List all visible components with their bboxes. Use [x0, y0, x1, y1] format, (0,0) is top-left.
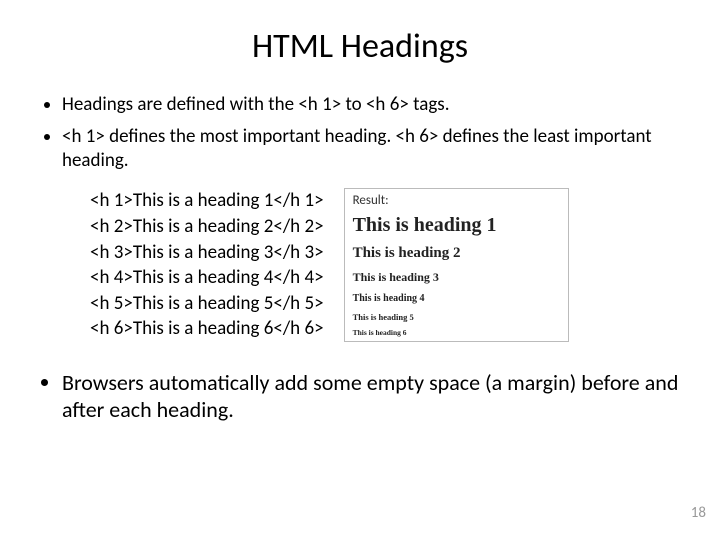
result-h2: This is heading 2: [353, 245, 560, 262]
example-row: <h 1>This is a heading 1</h 1> <h 2>This…: [90, 188, 680, 342]
result-preview: Result: This is heading 1 This is headin…: [344, 188, 569, 342]
result-h6: This is heading 6: [353, 328, 560, 337]
bullet-item: Browsers automatically add some empty sp…: [62, 370, 680, 423]
result-h1: This is heading 1: [353, 214, 560, 237]
top-bullet-list: Headings are defined with the <h 1> to <…: [40, 93, 680, 172]
result-h5: This is heading 5: [353, 312, 560, 322]
code-line: <h 1>This is a heading 1</h 1>: [90, 188, 324, 214]
result-h3: This is heading 3: [353, 270, 560, 285]
slide-title: HTML Headings: [40, 26, 680, 67]
page-number: 18: [691, 504, 706, 522]
code-line: <h 4>This is a heading 4</h 4>: [90, 265, 324, 291]
bullet-item: Headings are defined with the <h 1> to <…: [62, 93, 680, 117]
code-line: <h 2>This is a heading 2</h 2>: [90, 214, 324, 240]
bullet-item: <h 1> defines the most important heading…: [62, 125, 680, 173]
code-line: <h 6>This is a heading 6</h 6>: [90, 316, 324, 342]
bottom-bullet-list: Browsers automatically add some empty sp…: [40, 370, 680, 423]
result-h4: This is heading 4: [353, 293, 560, 304]
code-line: <h 5>This is a heading 5</h 5>: [90, 291, 324, 317]
code-line: <h 3>This is a heading 3</h 3>: [90, 240, 324, 266]
result-label: Result:: [353, 193, 560, 208]
code-example: <h 1>This is a heading 1</h 1> <h 2>This…: [90, 188, 324, 342]
